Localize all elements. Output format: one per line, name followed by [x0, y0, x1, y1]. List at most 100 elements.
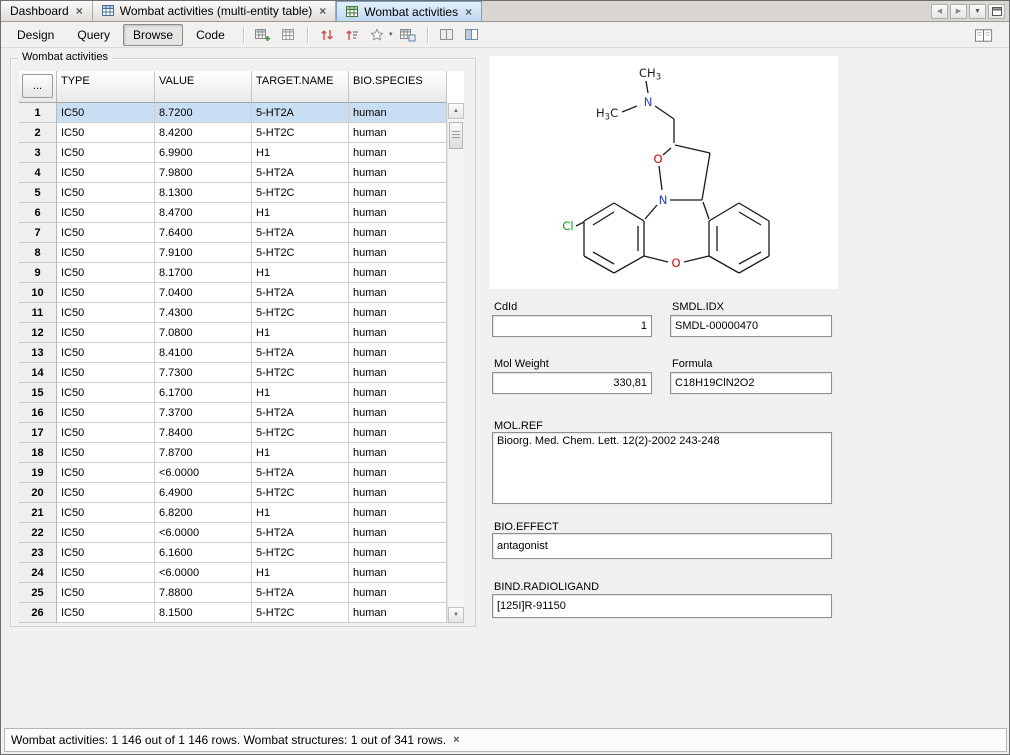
cell-bio-species[interactable]: human — [349, 243, 447, 263]
cell-bio-species[interactable]: human — [349, 383, 447, 403]
cell-type[interactable]: IC50 — [57, 383, 155, 403]
cell-value[interactable]: 7.4300 — [155, 303, 252, 323]
cell-type[interactable]: IC50 — [57, 443, 155, 463]
cell-type[interactable]: IC50 — [57, 423, 155, 443]
cell-target-name[interactable]: H1 — [252, 203, 349, 223]
grid-edit-icon[interactable] — [397, 25, 419, 46]
cell-target-name[interactable]: H1 — [252, 263, 349, 283]
row-number-cell[interactable]: 23 — [19, 543, 57, 563]
cell-bio-species[interactable]: human — [349, 263, 447, 283]
row-number-cell[interactable]: 10 — [19, 283, 57, 303]
bind-radioligand-input[interactable] — [493, 595, 831, 617]
cell-bio-species[interactable]: human — [349, 483, 447, 503]
table-row[interactable]: 25 IC50 7.8800 5-HT2A human — [19, 583, 447, 603]
scroll-tabs-left-button[interactable]: ◀ — [931, 4, 948, 19]
browse-button[interactable]: Browse — [123, 24, 183, 46]
cell-bio-species[interactable]: human — [349, 443, 447, 463]
close-icon[interactable]: × — [453, 734, 459, 746]
row-number-cell[interactable]: 25 — [19, 583, 57, 603]
cell-value[interactable]: 8.4100 — [155, 343, 252, 363]
cell-target-name[interactable]: 5-HT2C — [252, 423, 349, 443]
cell-type[interactable]: IC50 — [57, 603, 155, 623]
cell-value[interactable]: 6.1700 — [155, 383, 252, 403]
cell-value[interactable]: 7.8800 — [155, 583, 252, 603]
cell-type[interactable]: IC50 — [57, 503, 155, 523]
cell-value[interactable]: 7.7300 — [155, 363, 252, 383]
table-row[interactable]: 14 IC50 7.7300 5-HT2C human — [19, 363, 447, 383]
row-number-cell[interactable]: 7 — [19, 223, 57, 243]
tab-wombat-activities[interactable]: Wombat activities × — [336, 1, 482, 21]
design-button[interactable]: Design — [7, 24, 64, 46]
tab-dashboard[interactable]: Dashboard × — [1, 1, 93, 21]
cell-type[interactable]: IC50 — [57, 163, 155, 183]
cell-bio-species[interactable]: human — [349, 463, 447, 483]
clear-sort-icon[interactable] — [316, 25, 338, 46]
cell-type[interactable]: IC50 — [57, 563, 155, 583]
row-number-cell[interactable]: 26 — [19, 603, 57, 623]
table-row[interactable]: 20 IC50 6.4900 5-HT2C human — [19, 483, 447, 503]
cell-target-name[interactable]: H1 — [252, 323, 349, 343]
favorites-star-icon[interactable] — [366, 25, 388, 46]
cell-value[interactable]: 6.8200 — [155, 503, 252, 523]
cell-target-name[interactable]: H1 — [252, 143, 349, 163]
cell-bio-species[interactable]: human — [349, 343, 447, 363]
row-number-cell[interactable]: 9 — [19, 263, 57, 283]
table-row[interactable]: 3 IC50 6.9900 H1 human — [19, 143, 447, 163]
close-icon[interactable]: × — [465, 6, 472, 18]
cell-target-name[interactable]: 5-HT2C — [252, 603, 349, 623]
dropdown-caret-icon[interactable]: ▼ — [388, 32, 394, 38]
cell-type[interactable]: IC50 — [57, 283, 155, 303]
row-number-cell[interactable]: 19 — [19, 463, 57, 483]
column-header-target-name[interactable]: TARGET.NAME — [252, 71, 349, 103]
table-row[interactable]: 2 IC50 8.4200 5-HT2C human — [19, 123, 447, 143]
cell-value[interactable]: <6.0000 — [155, 563, 252, 583]
cell-target-name[interactable]: H1 — [252, 443, 349, 463]
cell-target-name[interactable]: 5-HT2C — [252, 303, 349, 323]
cell-target-name[interactable]: 5-HT2A — [252, 163, 349, 183]
cell-value[interactable]: 8.4700 — [155, 203, 252, 223]
vertical-scrollbar[interactable]: ▲ ▼ — [447, 103, 464, 623]
formula-input[interactable] — [671, 373, 831, 393]
cell-value[interactable]: 8.1500 — [155, 603, 252, 623]
scrollbar-thumb[interactable] — [449, 122, 463, 149]
cell-type[interactable]: IC50 — [57, 143, 155, 163]
cell-target-name[interactable]: H1 — [252, 503, 349, 523]
table-row[interactable]: 10 IC50 7.0400 5-HT2A human — [19, 283, 447, 303]
code-button[interactable]: Code — [186, 24, 235, 46]
smdl-idx-input[interactable] — [671, 316, 831, 336]
table-row[interactable]: 16 IC50 7.3700 5-HT2A human — [19, 403, 447, 423]
cell-value[interactable]: <6.0000 — [155, 463, 252, 483]
cell-type[interactable]: IC50 — [57, 263, 155, 283]
cell-bio-species[interactable]: human — [349, 563, 447, 583]
table-row[interactable]: 24 IC50 <6.0000 H1 human — [19, 563, 447, 583]
cell-bio-species[interactable]: human — [349, 403, 447, 423]
row-number-cell[interactable]: 22 — [19, 523, 57, 543]
cell-value[interactable]: 7.9100 — [155, 243, 252, 263]
cell-bio-species[interactable]: human — [349, 123, 447, 143]
mol-weight-input[interactable] — [493, 373, 651, 393]
column-header-value[interactable]: VALUE — [155, 71, 252, 103]
cell-target-name[interactable]: H1 — [252, 563, 349, 583]
bio-effect-input[interactable] — [493, 534, 831, 558]
table-icon[interactable] — [277, 25, 299, 46]
cell-target-name[interactable]: 5-HT2C — [252, 483, 349, 503]
layout-split-icon[interactable] — [461, 25, 483, 46]
cell-target-name[interactable]: 5-HT2A — [252, 463, 349, 483]
row-number-cell[interactable]: 3 — [19, 143, 57, 163]
cell-value[interactable]: 6.1600 — [155, 543, 252, 563]
table-row[interactable]: 8 IC50 7.9100 5-HT2C human — [19, 243, 447, 263]
table-row[interactable]: 26 IC50 8.1500 5-HT2C human — [19, 603, 447, 623]
cell-value[interactable]: 8.4200 — [155, 123, 252, 143]
column-header-type[interactable]: TYPE — [57, 71, 155, 103]
cell-bio-species[interactable]: human — [349, 503, 447, 523]
cell-value[interactable]: 7.0800 — [155, 323, 252, 343]
cell-type[interactable]: IC50 — [57, 583, 155, 603]
cell-bio-species[interactable]: human — [349, 523, 447, 543]
table-row[interactable]: 11 IC50 7.4300 5-HT2C human — [19, 303, 447, 323]
row-number-cell[interactable]: 14 — [19, 363, 57, 383]
table-row[interactable]: 18 IC50 7.8700 H1 human — [19, 443, 447, 463]
table-row[interactable]: 1 IC50 8.7200 5-HT2A human — [19, 103, 447, 123]
table-row[interactable]: 4 IC50 7.9800 5-HT2A human — [19, 163, 447, 183]
cell-type[interactable]: IC50 — [57, 403, 155, 423]
cell-value[interactable]: 6.4900 — [155, 483, 252, 503]
